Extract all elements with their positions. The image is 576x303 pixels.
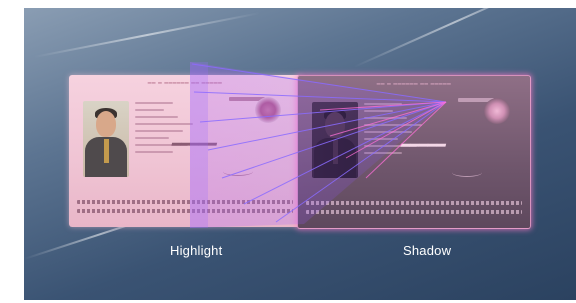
caption-highlight: Highlight [170,243,223,258]
photo-face [96,111,116,137]
passport-card-highlight: ━━ ━ ━━━━━━ ━━ ━━━━━ ━━━━━ [69,75,301,227]
stage: ━━ ━ ━━━━━━ ━━ ━━━━━ ━━━━━ ━━ ━ ━━━━━━ ━… [0,0,576,303]
mrz-line-graphic [77,209,293,213]
passport-header-graphic: ━━ ━ ━━━━━━ ━━ ━━━━━ [376,82,452,88]
signature-graphic [223,167,253,176]
passport-photo [312,102,358,178]
caption-shadow: Shadow [403,243,452,258]
mrz-line-graphic [77,200,293,204]
photo-tie [104,139,109,163]
seal-icon [484,98,510,124]
photo-tie [333,140,338,164]
signature-graphic [452,168,482,177]
passport-header-graphic: ━━ ━ ━━━━━━ ━━ ━━━━━ [147,81,223,87]
mrz-line-graphic [306,210,522,214]
specimen-watermark-graphic: ━━━━━ [400,139,445,154]
passport-card-shadow: ━━ ━ ━━━━━━ ━━ ━━━━━ ━━━━━ [297,75,531,229]
mrz-line-graphic [306,201,522,205]
photo-face [325,112,345,138]
light-streak [353,8,556,68]
light-streak [33,12,260,58]
specimen-watermark-graphic: ━━━━━ [171,138,216,153]
seal-icon [255,97,281,123]
passport-photo [83,101,129,177]
